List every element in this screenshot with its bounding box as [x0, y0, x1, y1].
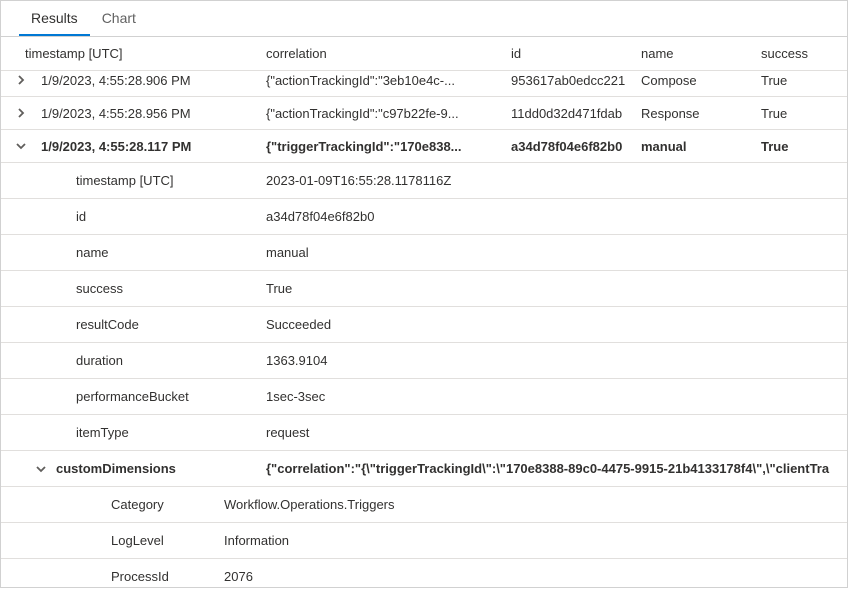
cell-correlation: {"actionTrackingId":"c97b22fe-9... — [266, 106, 511, 121]
cell-timestamp: 1/9/2023, 4:55:28.117 PM — [41, 139, 266, 154]
tab-chart[interactable]: Chart — [90, 1, 148, 36]
tabs-bar: Results Chart — [1, 1, 847, 37]
chevron-right-icon — [16, 108, 26, 118]
detail-val-processid: 2076 — [224, 569, 847, 584]
cell-success: True — [761, 106, 841, 121]
detail-val-customdimensions: {"correlation":"{\"triggerTrackingId\":\… — [266, 461, 847, 476]
cell-correlation: {"actionTrackingId":"3eb10e4c-... — [266, 73, 511, 88]
detail-key-success: success — [1, 281, 123, 296]
table-row-expanded[interactable]: 1/9/2023, 4:55:28.117 PM {"triggerTracki… — [1, 130, 847, 163]
expand-row-0[interactable] — [1, 75, 41, 85]
detail-key-itemtype: itemType — [1, 425, 129, 440]
chevron-right-icon — [16, 75, 26, 85]
detail-val-timestamp: 2023-01-09T16:55:28.1178116Z — [266, 173, 847, 188]
results-panel: Results Chart timestamp [UTC] correlatio… — [0, 0, 848, 588]
detail-row: Category Workflow.Operations.Triggers — [1, 487, 847, 523]
detail-key-name: name — [1, 245, 109, 260]
cell-id: a34d78f04e6f82b0 — [511, 139, 641, 154]
detail-row: id a34d78f04e6f82b0 — [1, 199, 847, 235]
detail-key-processid: ProcessId — [1, 569, 169, 584]
detail-row: ProcessId 2076 — [1, 559, 847, 588]
cell-timestamp: 1/9/2023, 4:55:28.956 PM — [41, 106, 266, 121]
detail-val-category: Workflow.Operations.Triggers — [224, 497, 847, 512]
cell-timestamp: 1/9/2023, 4:55:28.906 PM — [41, 73, 266, 88]
detail-key-resultcode: resultCode — [1, 317, 139, 332]
cell-id: 953617ab0edcc221 — [511, 73, 641, 88]
detail-row: resultCode Succeeded — [1, 307, 847, 343]
cell-name: Compose — [641, 73, 761, 88]
detail-val-loglevel: Information — [224, 533, 847, 548]
cell-name: Response — [641, 106, 761, 121]
cell-success: True — [761, 73, 841, 88]
detail-row: success True — [1, 271, 847, 307]
header-name[interactable]: name — [641, 46, 761, 61]
detail-row: timestamp [UTC] 2023-01-09T16:55:28.1178… — [1, 163, 847, 199]
detail-val-success: True — [266, 281, 847, 296]
detail-val-itemtype: request — [266, 425, 847, 440]
chevron-down-icon — [16, 141, 26, 151]
detail-val-resultcode: Succeeded — [266, 317, 847, 332]
detail-val-duration: 1363.9104 — [266, 353, 847, 368]
detail-row: name manual — [1, 235, 847, 271]
detail-key-timestamp: timestamp [UTC] — [1, 173, 174, 188]
header-success[interactable]: success — [761, 46, 841, 61]
detail-row-customdimensions[interactable]: customDimensions {"correlation":"{\"trig… — [1, 451, 847, 487]
chevron-down-icon — [36, 464, 46, 474]
cell-id: 11dd0d32d471fdab — [511, 106, 641, 121]
collapse-row-2[interactable] — [1, 141, 41, 151]
detail-val-name: manual — [266, 245, 847, 260]
detail-key-customdimensions: customDimensions — [56, 461, 176, 476]
detail-row: itemType request — [1, 415, 847, 451]
detail-key-category: Category — [1, 497, 164, 512]
detail-row: performanceBucket 1sec-3sec — [1, 379, 847, 415]
table-row[interactable]: 1/9/2023, 4:55:28.956 PM {"actionTrackin… — [1, 97, 847, 130]
cell-success: True — [761, 139, 841, 154]
expand-row-1[interactable] — [1, 108, 41, 118]
detail-key-duration: duration — [1, 353, 123, 368]
table-row[interactable]: 1/9/2023, 4:55:28.906 PM {"actionTrackin… — [1, 64, 847, 97]
detail-val-performancebucket: 1sec-3sec — [266, 389, 847, 404]
tab-results[interactable]: Results — [19, 1, 90, 36]
detail-row: duration 1363.9104 — [1, 343, 847, 379]
cell-name: manual — [641, 139, 761, 154]
detail-key-id: id — [1, 209, 86, 224]
header-correlation[interactable]: correlation — [266, 46, 511, 61]
cell-correlation: {"triggerTrackingId":"170e838... — [266, 139, 511, 154]
collapse-customdimensions[interactable] — [1, 464, 56, 474]
detail-val-id: a34d78f04e6f82b0 — [266, 209, 847, 224]
detail-key-loglevel: LogLevel — [1, 533, 164, 548]
detail-row: LogLevel Information — [1, 523, 847, 559]
detail-key-performancebucket: performanceBucket — [1, 389, 189, 404]
header-timestamp[interactable]: timestamp [UTC] — [1, 46, 266, 61]
header-id[interactable]: id — [511, 46, 641, 61]
